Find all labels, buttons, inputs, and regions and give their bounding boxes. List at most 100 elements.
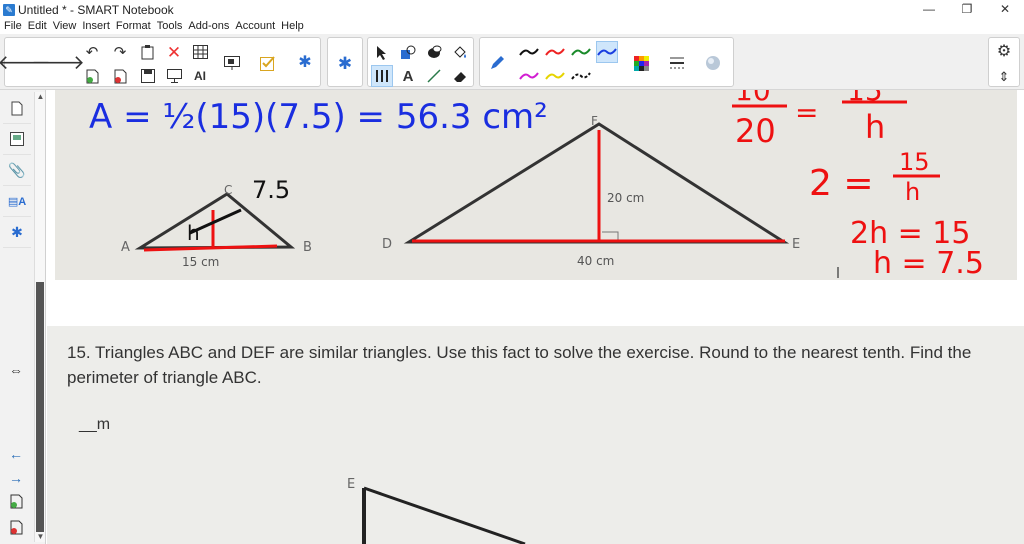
menu-insert[interactable]: Insert xyxy=(79,19,113,34)
pen-green-swatch[interactable] xyxy=(570,41,592,63)
pen-icon[interactable] xyxy=(486,52,508,74)
label-b: B xyxy=(303,240,312,255)
menu-addons[interactable]: Add-ons xyxy=(185,19,232,34)
pen-dashed-swatch[interactable] xyxy=(570,65,592,87)
triangle-def-partial xyxy=(362,486,526,544)
ink-ratio-h: h xyxy=(865,108,885,146)
menu-help[interactable]: Help xyxy=(278,19,307,34)
label-f: F xyxy=(591,114,598,128)
menu-file[interactable]: File xyxy=(0,19,25,34)
close-icon[interactable]: ✕ xyxy=(986,0,1024,19)
add-ons-puzzle-icon[interactable]: ✱ xyxy=(294,52,316,74)
pen-black-swatch[interactable] xyxy=(518,41,540,63)
label-40cm: 40 cm xyxy=(577,254,614,268)
activity-builder-icon[interactable] xyxy=(257,52,279,74)
window-controls: — ❐ ✕ xyxy=(910,0,1024,19)
ink-2-equals: 2 = xyxy=(809,163,874,204)
save-icon[interactable] xyxy=(137,65,159,87)
response-icon[interactable]: ✱ xyxy=(334,52,356,74)
attachments-icon[interactable]: 📎 xyxy=(3,155,31,186)
pen-blue-swatch[interactable] xyxy=(596,41,618,63)
ink-15-num: 15 xyxy=(899,148,930,176)
smart-notebook-window: ✎ Untitled * - SMART Notebook — ❐ ✕ File… xyxy=(0,0,1024,544)
title-bar: ✎ Untitled * - SMART Notebook — ❐ ✕ xyxy=(0,0,1024,19)
toolbar-group-settings: ⚙ ⇕ xyxy=(988,37,1020,87)
panel-resize-icon[interactable]: ⇔ xyxy=(6,362,26,378)
add-page-icon[interactable] xyxy=(81,65,103,87)
line-tool-icon[interactable] xyxy=(423,65,445,87)
redo-icon[interactable]: ↷ xyxy=(109,41,131,63)
window-title: Untitled * - SMART Notebook xyxy=(18,2,174,17)
label-15cm: 15 cm xyxy=(182,255,219,269)
toolbar-group-response: ✱ xyxy=(327,37,363,87)
line-style-icon[interactable] xyxy=(666,52,688,74)
label-a: A xyxy=(121,240,130,255)
fill-icon[interactable] xyxy=(449,41,471,63)
side-panel-scrollbar[interactable]: ▲ ▼ xyxy=(34,92,45,542)
ink-layer: A B C 15 cm D E F 20 cm 40 cm h 7.5 A = … xyxy=(89,90,984,544)
side-panel-tabs: 📎 ▤A ✱ xyxy=(3,93,31,248)
select-arrow-icon[interactable] xyxy=(371,41,393,63)
fonts-button[interactable]: AI xyxy=(189,65,211,87)
color-palette-icon[interactable] xyxy=(630,52,652,74)
ink-ratio-20: 20 xyxy=(735,112,776,150)
scroll-up-icon[interactable]: ▲ xyxy=(35,92,46,102)
ink-h-den: h xyxy=(905,178,920,206)
gallery-icon[interactable] xyxy=(3,124,31,155)
undo-icon[interactable]: ↶ xyxy=(81,41,103,63)
eraser-shape-icon[interactable] xyxy=(423,41,445,63)
shapes-icon[interactable] xyxy=(397,41,419,63)
side-add-page-icon[interactable] xyxy=(6,494,26,512)
side-delete-page-icon[interactable] xyxy=(6,520,26,538)
triangle-def xyxy=(403,122,790,244)
fill-effects-icon[interactable] xyxy=(702,52,724,74)
restore-icon[interactable]: ❐ xyxy=(948,0,986,19)
ink-area-formula: A = ½(15)(7.5) = 56.3 cm² xyxy=(89,97,548,137)
screen-capture-icon[interactable] xyxy=(221,52,243,74)
whiteboard-canvas[interactable]: 15. Triangles ABC and DEF are similar tr… xyxy=(47,90,1024,544)
text-tool-button[interactable]: A xyxy=(397,65,419,87)
scrollbar-thumb[interactable] xyxy=(36,282,44,532)
ratio-work: 10 15 = 20 h xyxy=(732,90,907,150)
label-d: D xyxy=(382,237,392,252)
menu-view[interactable]: View xyxy=(50,19,80,34)
scroll-down-icon[interactable]: ▼ xyxy=(35,532,46,542)
paste-icon[interactable] xyxy=(137,41,159,63)
menu-edit[interactable]: Edit xyxy=(25,19,50,34)
display-icon[interactable] xyxy=(163,65,185,87)
settings-gear-icon[interactable]: ⚙ xyxy=(993,41,1015,63)
menu-account[interactable]: Account xyxy=(232,19,278,34)
side-next-arrow-icon[interactable]: → xyxy=(6,470,26,486)
select-text-icon[interactable] xyxy=(371,65,393,87)
table-icon[interactable] xyxy=(189,41,211,63)
ink-h: h xyxy=(187,221,200,245)
page-sorter-icon[interactable] xyxy=(3,93,31,124)
menu-bar: File Edit View Insert Format Tools Add-o… xyxy=(0,19,307,34)
label-e2: E xyxy=(347,477,355,492)
toolbar: 🡐 🡒 ↶ ↷ ✕ AI ✱ ✱ A ⚙ ⇕ xyxy=(0,34,1024,90)
pen-yellow-swatch[interactable] xyxy=(544,65,566,87)
delete-x-icon[interactable]: ✕ xyxy=(163,41,185,63)
ink-7-5: 7.5 xyxy=(252,176,290,204)
add-ons-icon[interactable]: ✱ xyxy=(3,217,31,248)
pen-magenta-swatch[interactable] xyxy=(518,65,540,87)
ink-ratio-top: 10 xyxy=(735,90,771,107)
properties-icon[interactable]: ▤A xyxy=(3,186,31,217)
menu-format[interactable]: Format xyxy=(113,19,154,34)
pen-red-swatch[interactable] xyxy=(544,41,566,63)
delete-page-icon[interactable] xyxy=(109,65,131,87)
label-e: E xyxy=(792,237,800,252)
minimize-icon[interactable]: — xyxy=(910,0,948,19)
ink-h-equals-7-5: h = 7.5 xyxy=(873,246,984,281)
menu-tools[interactable]: Tools xyxy=(154,19,186,34)
ink-ratio-top-right: 15 xyxy=(847,90,883,107)
side-prev-arrow-icon[interactable]: ← xyxy=(6,446,26,462)
toolbar-group-edit: 🡐 🡒 ↶ ↷ ✕ AI ✱ xyxy=(0,37,321,87)
next-page-arrow-icon[interactable]: 🡒 xyxy=(31,52,85,74)
toolbar-group-pens xyxy=(479,37,734,87)
eraser-icon[interactable] xyxy=(449,65,471,87)
red-ink-marks xyxy=(143,130,839,278)
label-c: C xyxy=(224,183,232,197)
toolbar-move-icon[interactable]: ⇕ xyxy=(993,65,1015,87)
side-panel: 📎 ▤A ✱ ▲ ▼ ⇔ ← → xyxy=(0,90,46,544)
